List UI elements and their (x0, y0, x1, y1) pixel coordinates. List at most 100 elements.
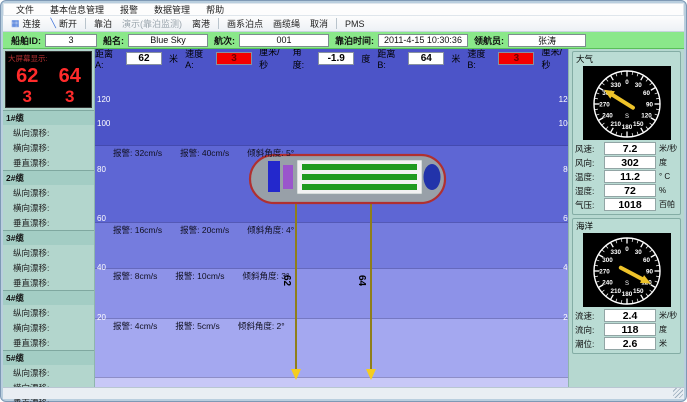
cable-group-header: 3#缆 (3, 230, 94, 245)
alarm-tilt: 倾斜角度: 5° (247, 147, 294, 159)
menu-item-2[interactable]: 基本信息管理 (42, 3, 112, 16)
deck-stripe-1 (302, 164, 417, 170)
axis-left-label: 40 (97, 263, 106, 272)
svg-text:270: 270 (599, 101, 610, 108)
reading-row-2: 风向:302度 (575, 156, 678, 169)
atmosphere-title: 大气 (575, 53, 678, 66)
alarm-line-labels-3: 报警: 8cm/s报警: 10cm/s倾斜角度: 3° (113, 270, 289, 282)
drift-label: 纵向漂移: (3, 245, 94, 260)
menu-item-4[interactable]: 数据管理 (146, 3, 198, 16)
reading-unit: 度 (659, 324, 678, 335)
svg-text:240: 240 (602, 280, 613, 287)
ship-info-bar: 船舶ID:3船名:Blue Sky航次:001靠泊时间:2011-4-15 10… (3, 32, 684, 49)
axis-right-label: 80 (563, 165, 568, 174)
alarm-tilt: 倾斜角度: 3° (243, 270, 290, 282)
mooring-anchor-arrow-b (366, 369, 376, 380)
measure-value-4: 64 (408, 52, 444, 65)
mooring-line-b (370, 204, 372, 371)
alarm-speed-a: 报警: 16cm/s (113, 224, 162, 236)
menu-item-3[interactable]: 报警 (112, 3, 146, 16)
info-field-value[interactable]: 张涛 (508, 34, 586, 47)
drift-label: 横向漂移: (3, 200, 94, 215)
ocean-section: 海洋 0306090120150180210240270300330S 流速:2… (572, 218, 681, 354)
toolbar-button-label: 画缆绳 (273, 17, 300, 30)
svg-text:210: 210 (610, 121, 621, 128)
drift-label: 垂直漂移: (3, 155, 94, 170)
toolbar-button-8[interactable]: 取消 (306, 16, 332, 31)
measure-value-1: 62 (126, 52, 162, 65)
axis-left-label: 20 (97, 313, 106, 322)
alarm-line-labels-2: 报警: 16cm/s报警: 20cm/s倾斜角度: 4° (113, 224, 294, 236)
toolbar-button-2[interactable]: ╲断开 (47, 16, 81, 31)
mooring-anchor-arrow-a (291, 369, 301, 380)
wind-direction-gauge: 0306090120150180210240270300330S (575, 66, 678, 140)
reading-row-5: 气压:1018百帕 (575, 198, 678, 211)
measurement-row: 距离A:62米速度A:3厘米/秒角度:-1.9度距离B:64米速度B:3厘米/秒 (95, 49, 568, 67)
toolbar-button-7[interactable]: 画缆绳 (269, 16, 304, 31)
measure-label-2: 速度A: (185, 49, 209, 70)
svg-text:330: 330 (610, 249, 621, 256)
toolbar-button-3[interactable]: 靠泊 (90, 16, 116, 31)
alarm-tilt: 倾斜角度: 2° (238, 320, 285, 332)
reading-row-1: 风速:7.2米/秒 (575, 142, 678, 155)
measure-value-3: -1.9 (318, 52, 354, 65)
toolbar-button-label: PMS (345, 19, 365, 29)
axis-left-label: 60 (97, 214, 106, 223)
svg-text:150: 150 (632, 121, 643, 128)
info-field-value[interactable]: 2011-4-15 10:30:36 (378, 34, 468, 47)
svg-text:90: 90 (645, 268, 653, 275)
measure-unit-4: 米 (451, 52, 460, 65)
quay-strip (95, 377, 568, 387)
depth-band-1 (95, 67, 568, 145)
ship-graphic (248, 152, 448, 206)
svg-text:270: 270 (599, 268, 610, 275)
info-field-value[interactable]: 001 (239, 34, 329, 47)
axis-right-label: 20 (563, 313, 568, 322)
reading-label: 风速: (575, 143, 601, 155)
reading-value: 302 (604, 156, 656, 169)
info-field-value[interactable]: Blue Sky (128, 34, 208, 47)
alarm-line-labels-4: 报警: 4cm/s报警: 5cm/s倾斜角度: 2° (113, 320, 285, 332)
svg-text:210: 210 (610, 288, 621, 295)
toolbar-button-9[interactable]: PMS (341, 18, 369, 30)
ship-stern-structure (424, 164, 441, 190)
measure-label-4: 距离B: (377, 49, 401, 70)
board-speed-b: 3 (49, 87, 92, 107)
svg-text:60: 60 (642, 90, 650, 97)
board-speed-a: 3 (6, 87, 49, 107)
alarm-line-labels-1: 报警: 32cm/s 报警: 40cm/s 倾斜角度: 5° (113, 147, 294, 159)
measure-unit-2: 厘米/秒 (259, 49, 286, 71)
reading-row-3: 温度:11.2° C (575, 170, 678, 183)
drift-label: 垂直漂移: (3, 215, 94, 230)
measure-value-2: 3 (216, 52, 252, 65)
toolbar-button-1[interactable]: ▦连接 (7, 16, 45, 31)
berthing-monitor-window: 文件基本信息管理报警数据管理帮助 ▦连接╲断开靠泊演示(靠泊监测)离港画系泊点画… (0, 0, 687, 402)
reading-unit: 度 (659, 157, 678, 168)
board-distance-b: 64 (49, 65, 92, 87)
drift-label: 横向漂移: (3, 260, 94, 275)
resize-grip-icon[interactable] (673, 388, 683, 398)
axis-right-label: 60 (563, 214, 568, 223)
measure-label-1: 距离A: (95, 49, 119, 70)
info-field-label: 船名: (103, 34, 124, 47)
cable-drift-list: 1#缆纵向漂移:横向漂移:垂直漂移:2#缆纵向漂移:横向漂移:垂直漂移:3#缆纵… (3, 110, 94, 402)
menu-item-1[interactable]: 文件 (8, 3, 42, 16)
info-field-1: 船舶ID:3 (11, 34, 97, 47)
info-field-value[interactable]: 3 (45, 34, 97, 47)
toolbar-button-6[interactable]: 画系泊点 (223, 16, 267, 31)
cable-group-2: 2#缆纵向漂移:横向漂移:垂直漂移: (3, 170, 94, 230)
info-field-label: 领航员: (474, 34, 504, 47)
reading-value: 72 (604, 184, 656, 197)
deck-stripe-3 (302, 184, 417, 190)
alarm-speed-b: 报警: 40cm/s (180, 147, 229, 159)
drift-label: 横向漂移: (3, 140, 94, 155)
menu-item-5[interactable]: 帮助 (198, 3, 232, 16)
toolbar-button-5[interactable]: 离港 (188, 16, 214, 31)
reading-value: 1018 (604, 198, 656, 211)
toolbar-button-label: 连接 (23, 17, 41, 30)
reading-row-4: 湿度:72% (575, 184, 678, 197)
alarm-speed-b: 报警: 5cm/s (175, 320, 219, 332)
svg-text:S: S (624, 281, 628, 287)
alarm-speed-a: 报警: 32cm/s (113, 147, 162, 159)
berthing-plot: 距离A:62米速度A:3厘米/秒角度:-1.9度距离B:64米速度B:3厘米/秒 (95, 49, 568, 387)
